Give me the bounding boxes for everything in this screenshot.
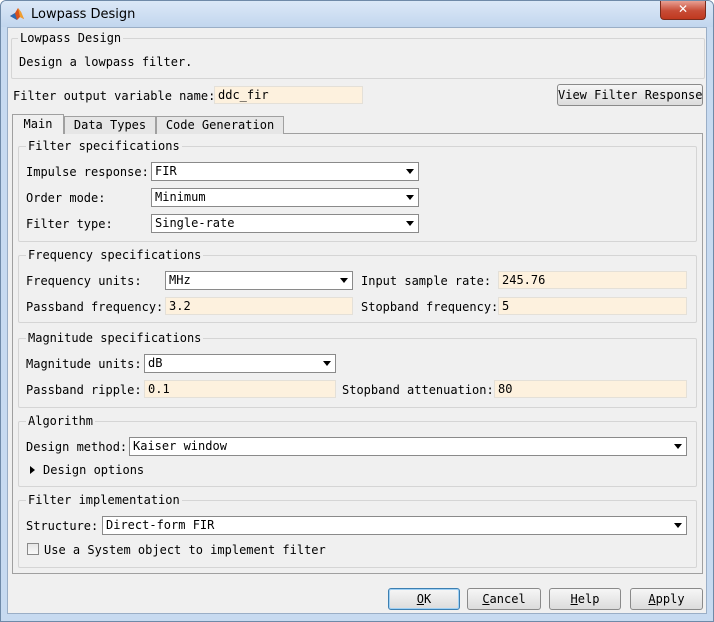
- frequency-specifications-title: Frequency specifications: [26, 248, 204, 262]
- algorithm-title: Algorithm: [26, 414, 96, 428]
- filter-type-label: Filter type:: [26, 217, 113, 231]
- header-group-title: Lowpass Design: [18, 31, 124, 45]
- passband-frequency-input[interactable]: 3.2: [165, 297, 353, 315]
- close-button[interactable]: ✕: [660, 1, 706, 20]
- apply-label-rest: pply: [655, 592, 685, 606]
- cancel-mnemonic: C: [482, 592, 490, 606]
- design-options-toggle[interactable]: Design options: [29, 462, 149, 478]
- cancel-button[interactable]: Cancel: [467, 588, 541, 610]
- input-sample-rate-input[interactable]: 245.76: [498, 271, 687, 289]
- filter-specifications-title: Filter specifications: [26, 139, 182, 153]
- design-method-select[interactable]: Kaiser window: [129, 437, 687, 456]
- order-mode-select[interactable]: Minimum: [151, 188, 419, 207]
- output-variable-input[interactable]: ddc_fir: [214, 86, 363, 104]
- apply-mnemonic: A: [648, 592, 656, 606]
- impulse-response-select[interactable]: FIR: [151, 162, 419, 181]
- output-variable-value: ddc_fir: [218, 88, 269, 102]
- impulse-response-value: FIR: [155, 164, 177, 178]
- magnitude-specifications-title: Magnitude specifications: [26, 331, 204, 345]
- system-object-checkbox[interactable]: [27, 543, 39, 555]
- design-options-label: Design options: [43, 463, 145, 477]
- structure-value: Direct-form FIR: [106, 518, 215, 532]
- stopband-frequency-label: Stopband frequency:: [361, 300, 499, 314]
- header-description: Design a lowpass filter.: [19, 55, 193, 69]
- window-title: Lowpass Design: [31, 7, 136, 22]
- passband-frequency-label: Passband frequency:: [26, 300, 164, 314]
- ok-label-rest: K: [424, 592, 432, 606]
- order-mode-label: Order mode:: [26, 191, 106, 205]
- chevron-down-icon: [674, 523, 682, 528]
- help-button[interactable]: Help: [549, 588, 621, 610]
- tab-data-types[interactable]: Data Types: [64, 116, 156, 134]
- system-object-label: Use a System object to implement filter: [44, 543, 326, 557]
- expand-triangle-icon: [30, 466, 35, 474]
- chevron-down-icon: [323, 361, 331, 366]
- design-method-value: Kaiser window: [133, 439, 227, 453]
- order-mode-value: Minimum: [155, 190, 206, 204]
- chevron-down-icon: [674, 444, 682, 449]
- stopband-attenuation-value: 80: [498, 382, 513, 396]
- filter-type-value: Single-rate: [155, 216, 235, 230]
- ok-mnemonic: O: [416, 592, 424, 606]
- chevron-down-icon: [340, 278, 348, 283]
- matlab-logo-icon: [10, 8, 24, 20]
- magnitude-units-select[interactable]: dB: [144, 354, 336, 373]
- view-filter-response-button[interactable]: View Filter Response: [557, 84, 703, 106]
- help-mnemonic: H: [570, 592, 578, 606]
- magnitude-units-value: dB: [148, 356, 163, 370]
- input-sample-rate-value: 245.76: [502, 273, 546, 287]
- chevron-down-icon: [406, 221, 414, 226]
- ok-button[interactable]: OK: [388, 588, 460, 610]
- chevron-down-icon: [406, 195, 414, 200]
- design-method-label: Design method:: [26, 440, 128, 454]
- passband-ripple-value: 0.1: [148, 382, 170, 396]
- filter-implementation-title: Filter implementation: [26, 493, 182, 507]
- tab-main-label: Main: [23, 117, 53, 131]
- title-bar[interactable]: Lowpass Design: [1, 1, 713, 27]
- input-sample-rate-label: Input sample rate:: [361, 274, 492, 288]
- tab-code-generation[interactable]: Code Generation: [156, 116, 284, 134]
- frequency-units-select[interactable]: MHz: [165, 271, 353, 290]
- structure-label: Structure:: [26, 519, 99, 533]
- help-label-rest: elp: [577, 592, 600, 606]
- frequency-units-label: Frequency units:: [26, 274, 142, 288]
- passband-ripple-input[interactable]: 0.1: [144, 380, 336, 398]
- impulse-response-label: Impulse response:: [26, 165, 149, 179]
- chevron-down-icon: [406, 169, 414, 174]
- stopband-attenuation-label: Stopband attenuation:: [342, 383, 494, 397]
- tab-code-generation-label: Code Generation: [165, 118, 275, 132]
- cancel-label-rest: ancel: [489, 592, 526, 606]
- tab-main[interactable]: Main: [12, 114, 64, 134]
- stopband-attenuation-input[interactable]: 80: [494, 380, 687, 398]
- apply-button[interactable]: Apply: [630, 588, 703, 610]
- filter-type-select[interactable]: Single-rate: [151, 214, 419, 233]
- output-variable-label: Filter output variable name:: [13, 89, 216, 103]
- passband-ripple-label: Passband ripple:: [26, 383, 142, 397]
- stopband-frequency-input[interactable]: 5: [498, 297, 687, 315]
- structure-select[interactable]: Direct-form FIR: [102, 516, 687, 535]
- stopband-frequency-value: 5: [502, 299, 510, 313]
- frequency-units-value: MHz: [169, 273, 191, 287]
- tab-data-types-label: Data Types: [73, 118, 147, 132]
- passband-frequency-value: 3.2: [169, 299, 191, 313]
- close-icon: ✕: [677, 2, 689, 16]
- magnitude-units-label: Magnitude units:: [26, 357, 142, 371]
